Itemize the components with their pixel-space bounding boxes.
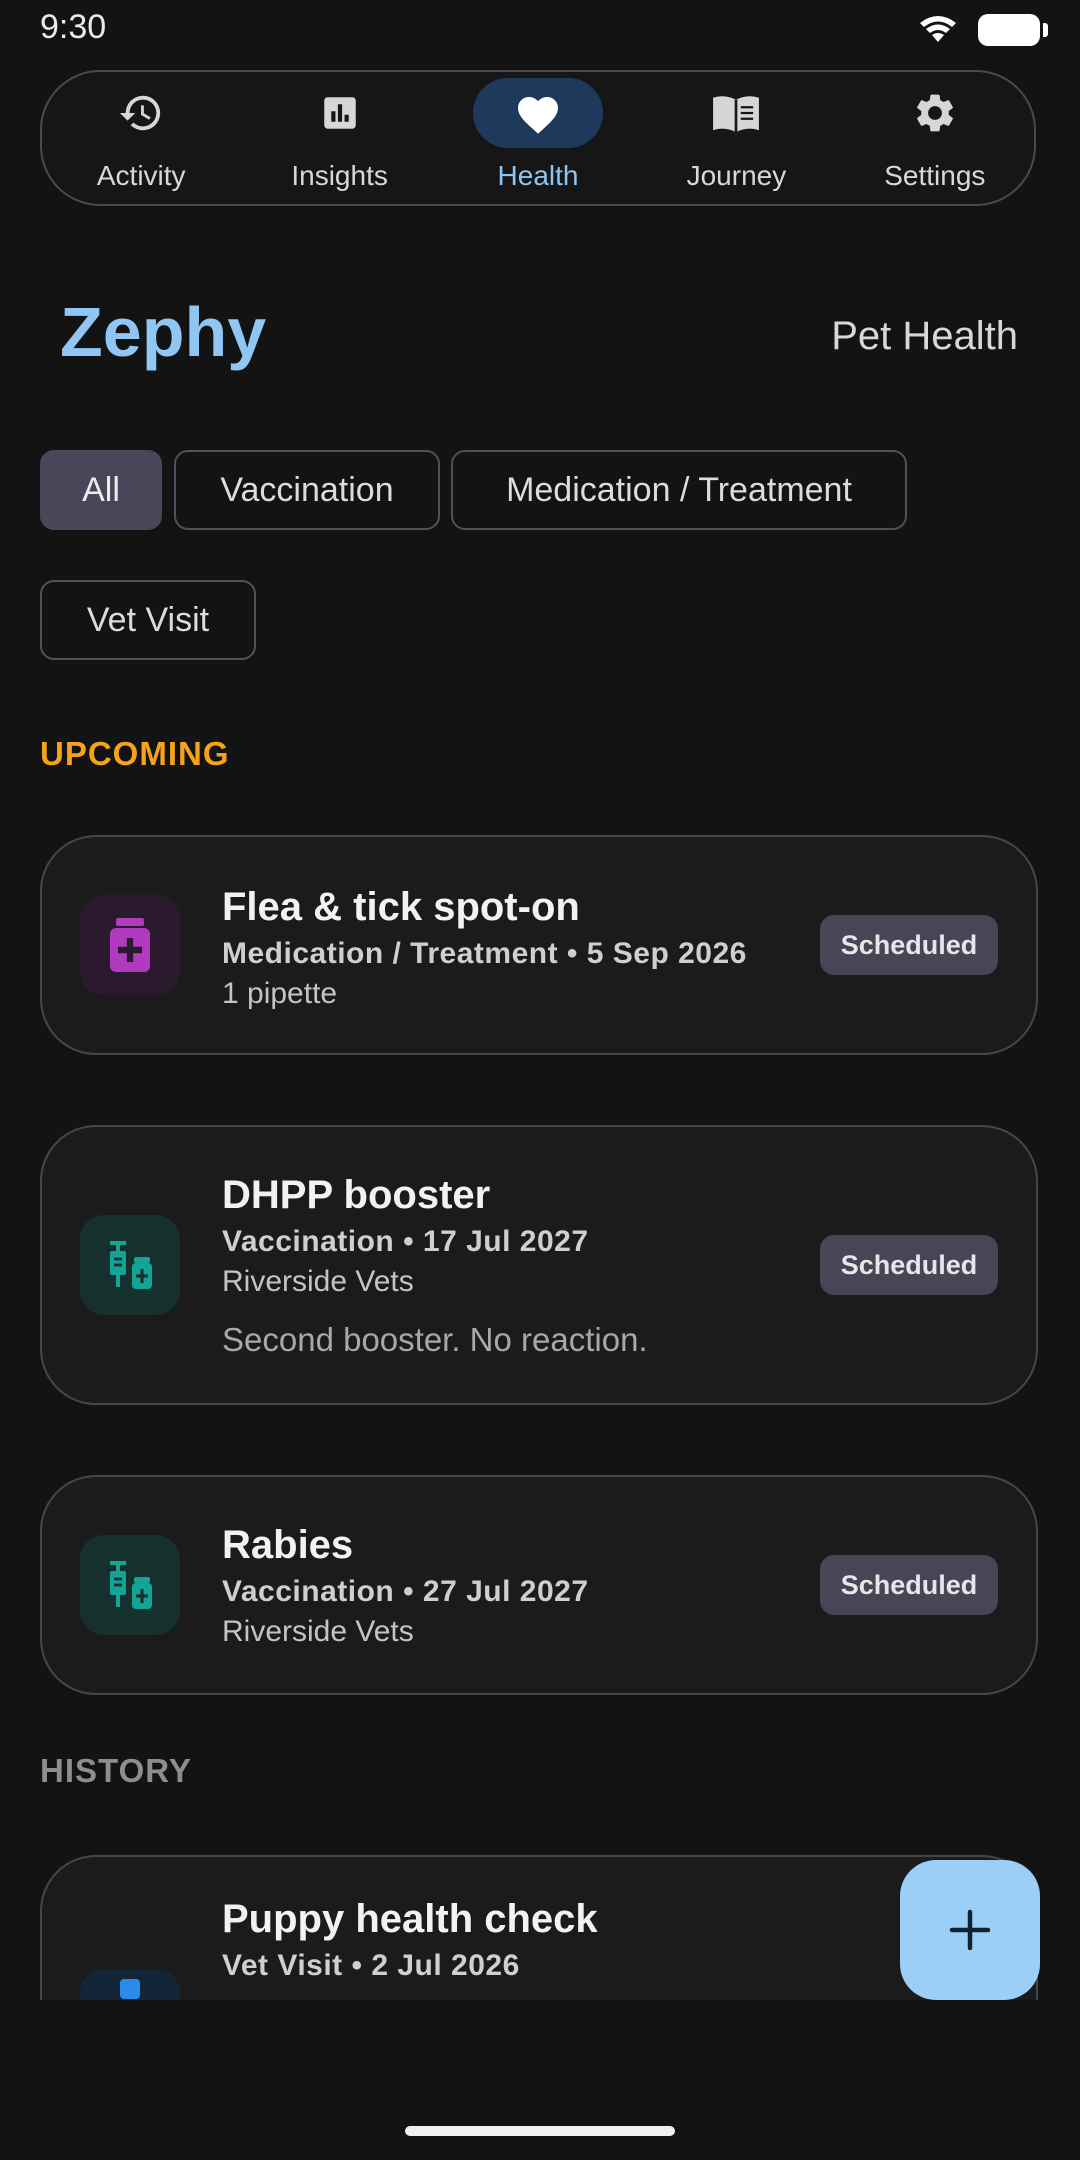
book-icon [713, 96, 760, 133]
status-bar: 9:30 [0, 0, 1080, 58]
filter-chip-vet-visit[interactable]: Vet Visit [40, 580, 256, 660]
filter-chip-vaccination[interactable]: Vaccination [174, 450, 440, 530]
card-detail: Riverside Vets [222, 1265, 414, 1298]
card-title: Puppy health check [222, 1897, 598, 1941]
section-upcoming-label: UPCOMING [40, 735, 230, 772]
card-subtitle: Vaccination • 17 Jul 2027 [222, 1225, 589, 1258]
card-detail: 1 pipette [222, 977, 338, 1010]
pet-name: Zephy [60, 293, 267, 371]
health-record-card[interactable]: Flea & tick spot-on Medication / Treatme… [40, 835, 1038, 1055]
battery-icon [978, 14, 1048, 46]
status-icons [918, 10, 1048, 50]
tab-health[interactable]: Health [439, 72, 637, 204]
tab-label: Journey [686, 160, 787, 191]
tab-settings[interactable]: Settings [836, 72, 1034, 204]
history-icon [120, 95, 161, 131]
status-time: 9:30 [40, 8, 107, 46]
health-record-card[interactable]: DHPP booster Vaccination • 17 Jul 2027 R… [40, 1125, 1038, 1405]
plus-icon [949, 1909, 991, 1951]
tab-label: Health [497, 160, 579, 191]
vet-visit-icon [80, 1969, 180, 2000]
top-navigation: Activity Insights Health Journey Setting… [40, 70, 1036, 206]
medication-jar-icon [80, 895, 180, 995]
vaccine-icon [80, 1215, 180, 1315]
filter-chip-all[interactable]: All [40, 450, 162, 530]
card-detail: Riverside Vets [222, 1615, 414, 1648]
heart-icon [518, 97, 559, 134]
filter-chip-medication[interactable]: Medication / Treatment [451, 450, 907, 530]
card-subtitle: Vaccination • 27 Jul 2027 [222, 1575, 589, 1608]
page-title: Pet Health [831, 314, 1018, 358]
home-indicator[interactable] [405, 2126, 675, 2136]
status-badge: Scheduled [820, 1235, 998, 1295]
gear-icon [916, 94, 953, 132]
add-record-button[interactable] [900, 1860, 1040, 2000]
status-badge: Scheduled [820, 915, 998, 975]
bar-chart-icon [323, 97, 356, 129]
status-badge: Scheduled [820, 1555, 998, 1615]
tab-label: Settings [884, 160, 986, 191]
health-record-card[interactable]: Rabies Vaccination • 27 Jul 2027 Riversi… [40, 1475, 1038, 1695]
health-record-card[interactable]: Puppy health check Vet Visit • 2 Jul 202… [40, 1855, 1038, 2000]
section-history-label: HISTORY [40, 1752, 192, 1789]
card-subtitle: Medication / Treatment • 5 Sep 2026 [222, 937, 747, 970]
card-title: Rabies [222, 1523, 354, 1567]
card-subtitle: Vet Visit • 2 Jul 2026 [222, 1949, 520, 1982]
tab-activity[interactable]: Activity [42, 72, 240, 204]
tab-journey[interactable]: Journey [637, 72, 835, 204]
card-title: Flea & tick spot-on [222, 885, 580, 929]
card-note: Second booster. No reaction. [222, 1321, 648, 1358]
tab-label: Activity [96, 160, 186, 191]
tab-label: Insights [291, 160, 388, 191]
tab-insights[interactable]: Insights [240, 72, 438, 204]
vaccine-icon [80, 1535, 180, 1635]
card-title: DHPP booster [222, 1173, 491, 1217]
wifi-icon [920, 16, 956, 42]
